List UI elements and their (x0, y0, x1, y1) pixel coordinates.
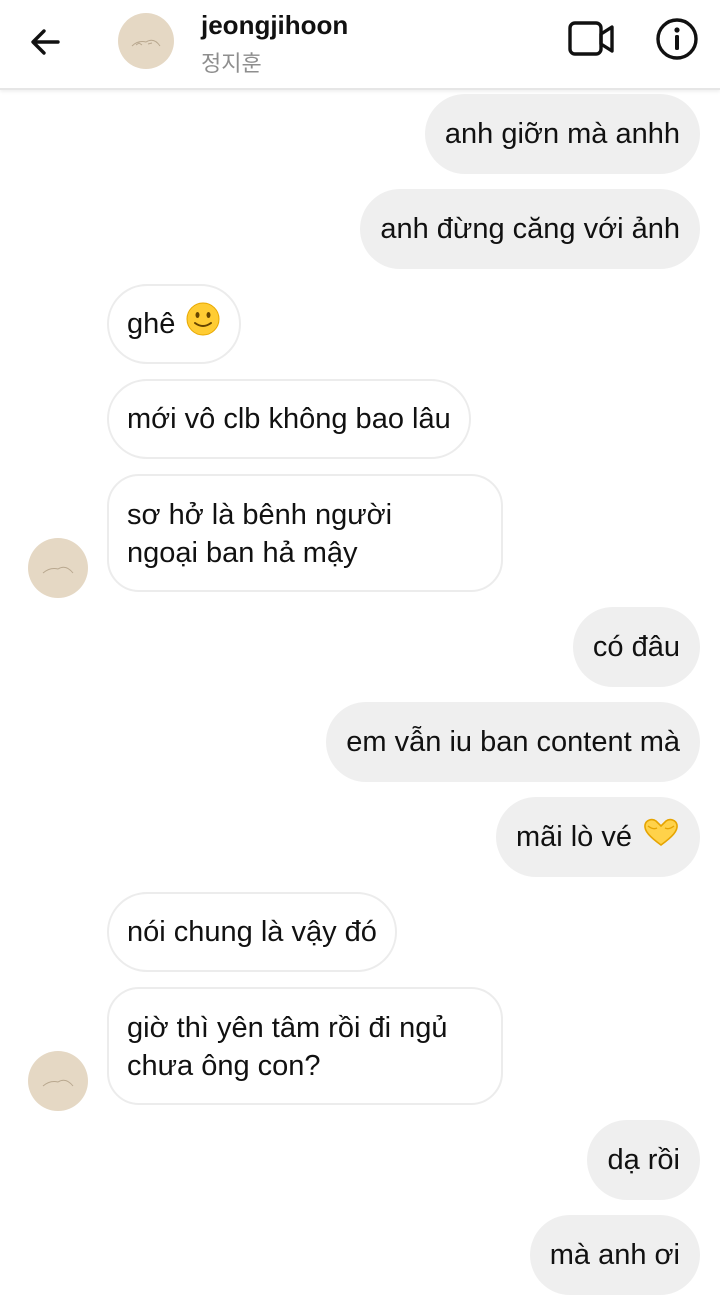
message-bubble-incoming[interactable]: ghê (107, 284, 242, 364)
message-bubble-outgoing[interactable]: có đâu (572, 607, 700, 687)
message-text: anh đừng căng với ảnh (380, 213, 680, 245)
sender-avatar[interactable] (28, 538, 88, 598)
message-bubble-outgoing[interactable]: anh đừng căng với ảnh (360, 189, 700, 269)
message-text: có đâu (592, 631, 680, 663)
header-avatar[interactable] (118, 13, 174, 69)
message-text: dạ rồi (607, 1144, 680, 1176)
message-bubble-outgoing[interactable]: mãi lò vé (495, 797, 700, 877)
arrow-left-icon (31, 29, 60, 55)
info-icon (656, 18, 698, 60)
message-text: anh giỡn mà anhh (444, 118, 680, 150)
display-name: 정지훈 (201, 51, 262, 76)
message-list[interactable]: anh giỡn mà anhh anh đừng căng với ảnh g… (0, 90, 720, 1308)
video-call-button[interactable] (566, 18, 618, 60)
sender-avatar[interactable] (28, 1051, 88, 1111)
info-button[interactable] (654, 16, 700, 62)
heart-hands-icon (642, 817, 680, 857)
message-bubble-outgoing[interactable]: anh giỡn mà anhh (424, 94, 700, 174)
username[interactable]: jeongjihoon (201, 10, 348, 41)
chat-header: jeongjihoon 정지훈 (0, 0, 720, 90)
message-bubble-incoming[interactable]: sơ hở là bênh người ngoại ban hả mậy (107, 474, 503, 592)
message-bubble-outgoing[interactable]: mà anh ơi (529, 1215, 700, 1295)
message-bubble-outgoing[interactable]: em vẫn iu ban content mà (326, 702, 700, 782)
message-text: ghê (127, 308, 176, 340)
message-text: mà anh ơi (549, 1239, 680, 1271)
message-bubble-incoming[interactable]: giờ thì yên tâm rồi đi ngủ chưa ông con? (107, 987, 503, 1105)
message-text: mới vô clb không bao lâu (127, 403, 451, 435)
slightly-smiling-face-icon (185, 301, 221, 347)
message-text: em vẫn iu ban content mà (346, 726, 680, 758)
message-bubble-outgoing[interactable]: dạ rồi (587, 1120, 700, 1200)
video-call-icon (568, 21, 614, 56)
message-text: nói chung là vậy đó (127, 916, 377, 948)
message-text-line: sơ hở là bênh người (127, 499, 393, 531)
message-text-line: chưa ông con? (127, 1050, 321, 1082)
message-text: mãi lò vé (515, 821, 632, 853)
message-bubble-incoming[interactable]: mới vô clb không bao lâu (107, 379, 471, 459)
message-bubble-incoming[interactable]: nói chung là vậy đó (107, 892, 397, 972)
message-text-line: ngoại ban hả mậy (127, 537, 358, 569)
message-text-line: giờ thì yên tâm rồi đi ngủ (127, 1012, 448, 1044)
back-button[interactable] (26, 22, 66, 62)
